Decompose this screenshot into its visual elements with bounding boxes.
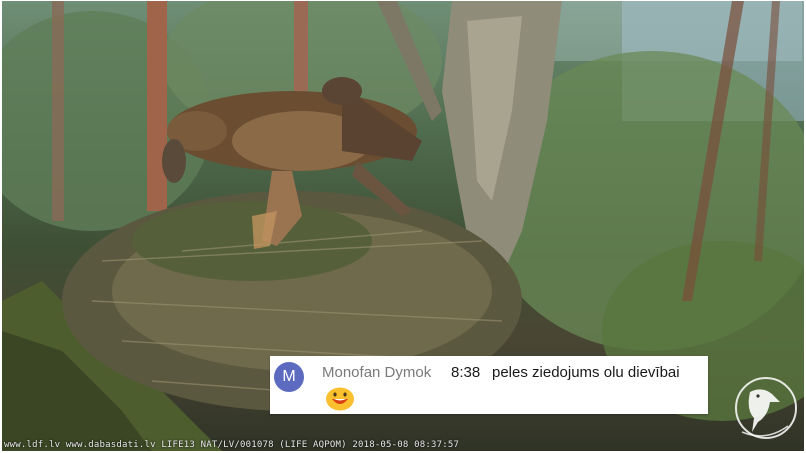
comment-timestamp: 8:38: [451, 364, 481, 381]
chat-comment-card: M Monofan Dymok 8:38 peles ziedojums olu…: [270, 356, 708, 414]
smiling-face-emoji-icon: [326, 387, 354, 411]
comment-author[interactable]: Monofan Dymok: [322, 364, 431, 381]
stream-frame: M Monofan Dymok 8:38 peles ziedojums olu…: [0, 0, 806, 453]
avatar[interactable]: M: [274, 362, 304, 392]
camera-overlay-caption: www.ldf.lv www.dabasdati.lv LIFE13 NAT/L…: [4, 440, 460, 450]
bird-watermark-logo: [735, 377, 797, 439]
comment-text: peles ziedojums olu dievībai: [492, 364, 680, 381]
